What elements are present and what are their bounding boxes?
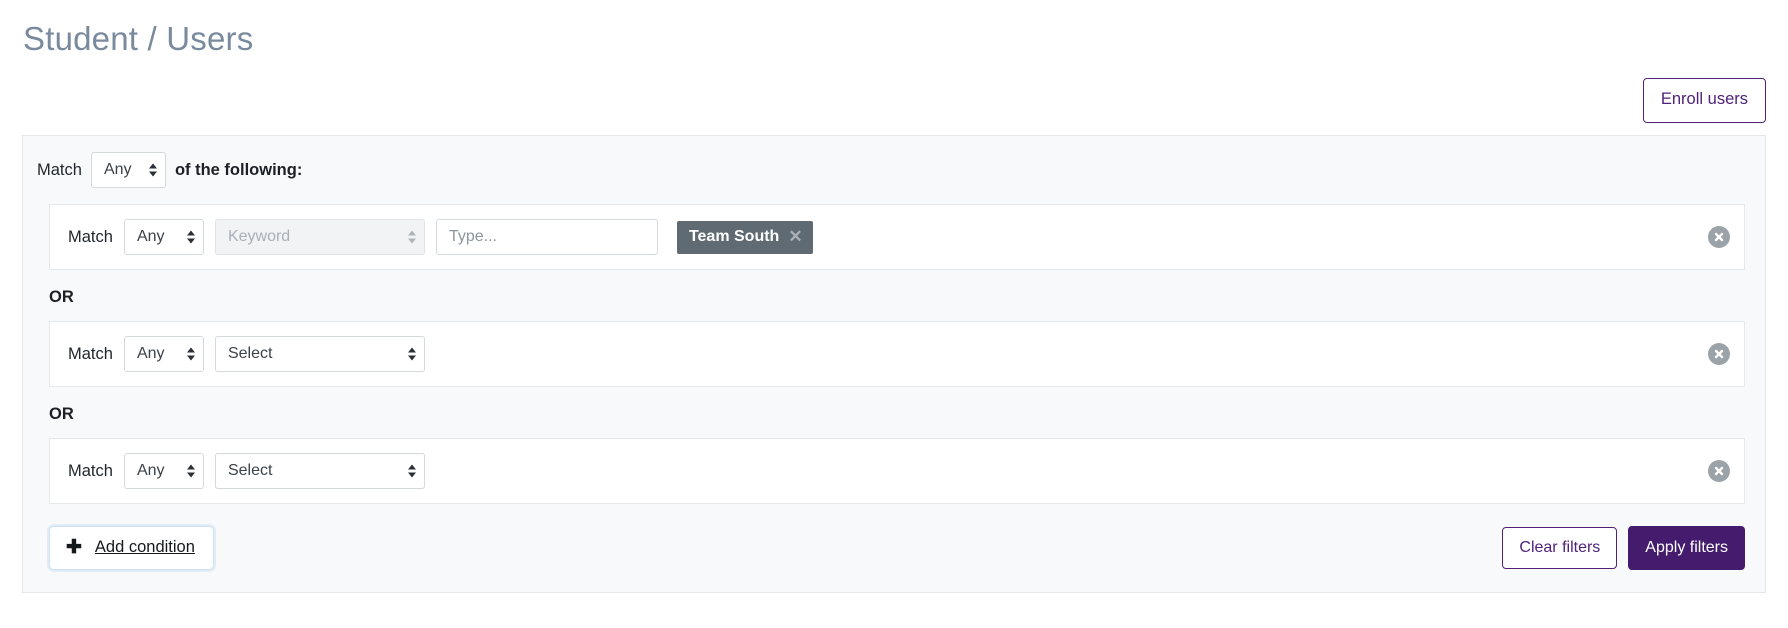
- page-toolbar: Enroll users: [22, 59, 1766, 135]
- filter-panel: Match Any of the following: Match Any Ke…: [22, 135, 1766, 594]
- condition-controls-1: Match Any Keyword Team South ✕: [68, 219, 1730, 256]
- condition-match-label-1: Match: [68, 227, 113, 246]
- of-the-following-label: of the following:: [174, 160, 303, 179]
- global-match-select-value: Any: [103, 161, 132, 179]
- chevron-updown-icon: [186, 347, 195, 361]
- page-title: Student / Users: [23, 20, 254, 57]
- chevron-updown-icon: [186, 230, 195, 244]
- condition-match-select-2[interactable]: Any: [123, 336, 204, 373]
- close-icon[interactable]: ✕: [788, 228, 802, 245]
- condition-match-value-1: Any: [136, 228, 165, 246]
- chevron-updown-icon: [407, 230, 416, 244]
- or-separator-2: OR: [49, 405, 74, 424]
- enroll-users-button[interactable]: Enroll users: [1642, 78, 1766, 124]
- global-match-label: Match: [37, 160, 82, 179]
- condition-match-label-3: Match: [68, 461, 113, 480]
- condition-controls-3: Match Any Select: [68, 453, 1730, 490]
- chevron-updown-icon: [186, 464, 195, 478]
- add-condition-button[interactable]: ✚ Add condition: [49, 526, 214, 571]
- condition-field-select-3[interactable]: Select: [214, 453, 425, 490]
- chevron-updown-icon: [407, 347, 416, 361]
- remove-condition-button-1[interactable]: [1708, 226, 1730, 249]
- condition-wrapper-3: Match Any Select: [23, 438, 1765, 505]
- chevron-updown-icon: [148, 163, 157, 177]
- filter-action-buttons: Clear filters Apply filters: [1502, 526, 1745, 571]
- condition-wrapper-1: Match Any Keyword Team South ✕: [23, 204, 1765, 271]
- condition-match-select-3[interactable]: Any: [123, 453, 204, 490]
- or-separator-1: OR: [49, 288, 74, 307]
- plus-icon: ✚: [66, 537, 82, 559]
- condition-row-1: Match Any Keyword Team South ✕: [49, 204, 1745, 271]
- chevron-updown-icon: [407, 464, 416, 478]
- condition-controls-2: Match Any Select: [68, 336, 1730, 373]
- condition-value-input-1[interactable]: [435, 219, 658, 256]
- add-condition-label: Add condition: [94, 538, 195, 557]
- condition-match-value-3: Any: [136, 462, 165, 480]
- apply-filters-button[interactable]: Apply filters: [1628, 526, 1745, 571]
- condition-field-value-1: Keyword: [227, 228, 291, 246]
- clear-filters-button[interactable]: Clear filters: [1502, 527, 1618, 570]
- condition-field-select-1[interactable]: Keyword: [214, 219, 425, 256]
- filter-panel-header: Match Any of the following:: [23, 136, 1765, 204]
- remove-condition-button-2[interactable]: [1708, 343, 1730, 366]
- condition-field-select-2[interactable]: Select: [214, 336, 425, 373]
- condition-match-select-1[interactable]: Any: [123, 219, 204, 256]
- condition-tag-1: Team South ✕: [676, 220, 813, 254]
- filter-page: Student / Users Enroll users Match Any o…: [0, 0, 1788, 628]
- filter-panel-footer: ✚ Add condition Clear filters Apply filt…: [23, 504, 1765, 592]
- condition-row-2: Match Any Select: [49, 321, 1745, 388]
- condition-wrapper-2: Match Any Select: [23, 321, 1765, 388]
- condition-field-value-3: Select: [227, 462, 273, 480]
- condition-field-value-2: Select: [227, 345, 273, 363]
- global-match-select[interactable]: Any: [90, 152, 166, 189]
- remove-condition-button-3[interactable]: [1708, 460, 1730, 483]
- condition-match-value-2: Any: [136, 345, 165, 363]
- condition-tag-label-1: Team South: [688, 227, 780, 245]
- condition-row-3: Match Any Select: [49, 438, 1745, 505]
- condition-match-label-2: Match: [68, 344, 113, 363]
